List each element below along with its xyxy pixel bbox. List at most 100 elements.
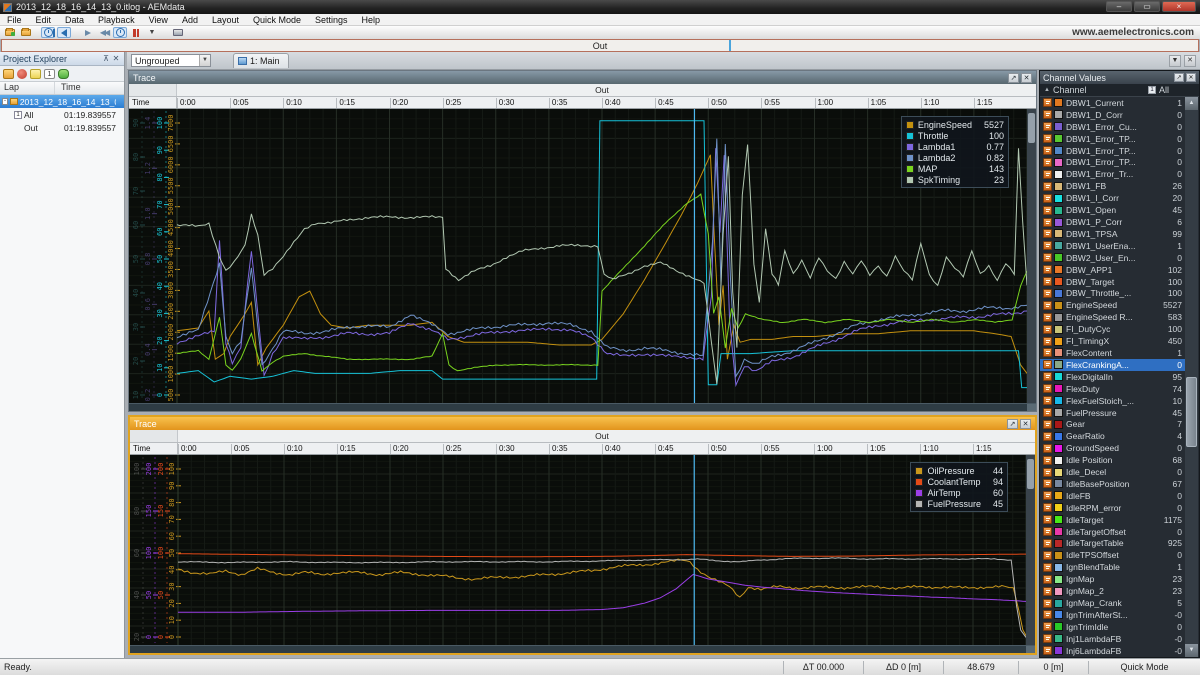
open-project-button[interactable] [19,27,33,38]
trace-top-plot[interactable]: 1020304050607080900.20.40.60.81.01.21.40… [129,109,1036,403]
trace-bottom-hscrollbar[interactable] [130,645,1035,653]
menu-view[interactable]: View [142,15,175,25]
channel-row-dbw1-error-tp-[interactable]: DBW1_Error_TP...0 [1040,145,1186,157]
playback-options-dropdown[interactable]: ▼ [145,27,159,38]
menu-add[interactable]: Add [175,15,205,25]
remove-log-icon[interactable] [17,69,27,79]
channel-row-groundspeed[interactable]: GroundSpeed0 [1040,442,1186,454]
legend-row-airtemp[interactable]: AirTemp60 [915,487,1003,498]
channel-row-dbw1-tpsa[interactable]: DBW1_TPSA99 [1040,228,1186,240]
close-panel-icon[interactable]: ✕ [1186,73,1196,82]
channel-row-dbw1-d-corr[interactable]: DBW1_D_Corr0 [1040,109,1186,121]
channel-row-ignblendtable[interactable]: IgnBlendTable1 [1040,561,1186,573]
channel-row-dbw1-error-cu-[interactable]: DBW1_Error_Cu...0 [1040,121,1186,133]
open-log-button[interactable] [3,27,17,38]
channel-row-dbw1-fb[interactable]: DBW1_FB26 [1040,180,1186,192]
channel-row-idlerpm-error[interactable]: IdleRPM_error0 [1040,502,1186,514]
channel-row-idletargetoffset[interactable]: IdleTargetOffset0 [1040,526,1186,538]
menu-quick-mode[interactable]: Quick Mode [246,15,308,25]
channel-row-inj6lambdafb[interactable]: Inj6LambdaFB-0 [1040,645,1186,657]
overview-cursor[interactable] [729,40,731,51]
channel-row-dbw-throttle-[interactable]: DBW_Throttle_...100 [1040,288,1186,300]
menu-playback[interactable]: Playback [91,15,142,25]
lap-overview-strip[interactable]: Out [1,39,1199,52]
group-selector-combo[interactable]: Ungrouped ▼ [131,54,211,67]
channel-row-idlefb[interactable]: IdleFB0 [1040,490,1186,502]
channel-row-flexdigitalin[interactable]: FlexDigitalIn95 [1040,371,1186,383]
channel-row-ignmap-2[interactable]: IgnMap_223 [1040,585,1186,597]
float-window-icon[interactable]: ↗ [1007,419,1018,429]
skip-to-start-button[interactable] [57,27,71,38]
close-button[interactable]: × [1162,1,1196,12]
legend-row-oilpressure[interactable]: OilPressure44 [915,465,1003,476]
pause-button[interactable] [129,27,143,38]
legend-row-lambda2[interactable]: Lambda20.82 [906,152,1004,163]
lap-column-header[interactable]: Lap [0,82,55,94]
explorer-row-2013-12-18-16-14-13-0-itlog[interactable]: -2013_12_18_16_14_13_0.itlog [0,95,124,108]
menu-settings[interactable]: Settings [308,15,355,25]
explorer-row-all[interactable]: 1All01:19.839557 [0,108,124,121]
tab-scroll-dropdown[interactable]: ▼ [1169,55,1181,67]
channel-row-dbw2-user-en-[interactable]: DBW2_User_En...0 [1040,252,1186,264]
legend-row-enginespeed[interactable]: EngineSpeed5527 [906,119,1004,130]
float-window-icon[interactable]: ↗ [1008,73,1019,83]
segment-icon[interactable] [58,69,69,79]
channel-row-enginespeed-r-[interactable]: EngineSpeed R...583 [1040,311,1186,323]
channel-row-flexcontent[interactable]: FlexContent1 [1040,347,1186,359]
channel-row-flexduty[interactable]: FlexDuty74 [1040,383,1186,395]
legend-row-lambda1[interactable]: Lambda10.77 [906,141,1004,152]
channel-row-inj1lambdafb[interactable]: Inj1LambdaFB-0 [1040,633,1186,645]
scroll-up-icon[interactable]: ▲ [1185,97,1198,110]
legend-row-spktiming[interactable]: SpkTiming23 [906,174,1004,185]
loop-button[interactable] [113,27,127,38]
channel-row-ignmap[interactable]: IgnMap23 [1040,573,1186,585]
channel-row-enginespeed[interactable]: EngineSpeed5527 [1040,299,1186,311]
menu-data[interactable]: Data [58,15,91,25]
tree-expander-icon[interactable]: - [2,98,8,105]
trace-top-title-bar[interactable]: Trace ↗ ✕ [129,71,1036,84]
channel-row-idletarget[interactable]: IdleTarget1175 [1040,514,1186,526]
all-column-header[interactable]: All [1159,85,1169,95]
channel-row-flexfuelstoich-[interactable]: FlexFuelStoich_...10 [1040,395,1186,407]
channel-column-header[interactable]: Channel [1053,85,1087,95]
menu-help[interactable]: Help [355,15,388,25]
lap-number-icon[interactable]: 1 [44,69,55,79]
open-log-icon[interactable] [3,69,14,79]
channel-row-idletargettable[interactable]: IdleTargetTable925 [1040,538,1186,550]
trace-bottom-plot[interactable]: 2040608010005010015020005010015020001020… [130,455,1035,645]
explorer-row-out[interactable]: Out01:19.839557 [0,121,124,134]
channel-row-dbw1-p-corr[interactable]: DBW1_P_Corr6 [1040,216,1186,228]
close-window-icon[interactable]: ✕ [1021,73,1032,83]
channel-row-gearratio[interactable]: GearRatio4 [1040,430,1186,442]
trace-top-hscrollbar[interactable] [129,403,1036,411]
close-panel-icon[interactable]: ✕ [111,54,121,64]
channel-row-dbw1-userena-[interactable]: DBW1_UserEna...1 [1040,240,1186,252]
play-button[interactable] [81,27,95,38]
channel-row-dbw1-i-corr[interactable]: DBW1_I_Corr20 [1040,192,1186,204]
channel-row-idlebaseposition[interactable]: IdleBasePosition67 [1040,478,1186,490]
scroll-down-icon[interactable]: ▼ [1185,644,1198,657]
channel-scrollbar[interactable]: ▲ ▼ [1185,97,1198,657]
minimize-button[interactable]: – [1106,1,1132,12]
menu-layout[interactable]: Layout [205,15,246,25]
channel-row-ignmap-crank[interactable]: IgnMap_Crank5 [1040,597,1186,609]
legend-row-coolanttemp[interactable]: CoolantTemp94 [915,476,1003,487]
channel-row-gear[interactable]: Gear7 [1040,418,1186,430]
channel-row-dbw1-error-tp-[interactable]: DBW1_Error_TP...0 [1040,133,1186,145]
channel-row-igntrimidle[interactable]: IgnTrimIdle0 [1040,621,1186,633]
notes-icon[interactable] [30,69,41,79]
channel-row-fi-dutycyc[interactable]: FI_DutyCyc100 [1040,323,1186,335]
channel-row-dbw1-current[interactable]: DBW1_Current1 [1040,97,1186,109]
channel-row-fuelpressure[interactable]: FuelPressure45 [1040,407,1186,419]
channel-row-dbw1-open[interactable]: DBW1_Open45 [1040,204,1186,216]
channel-row-flexcrankinga-[interactable]: FlexCrankingA...0 [1040,359,1186,371]
legend-row-throttle[interactable]: Throttle100 [906,130,1004,141]
legend-row-fuelpressure[interactable]: FuelPressure45 [915,498,1003,509]
sort-ascending-icon[interactable]: ▲ [1044,87,1050,93]
channel-row-idle-decel[interactable]: Idle_Decel0 [1040,466,1186,478]
pin-icon[interactable]: ⊼ [101,54,111,64]
trace-bottom-time-axis[interactable]: Time 0:000:050:100:150:200:250:300:350:4… [130,443,1035,455]
trace-top-segment-band[interactable]: Out [129,84,1036,97]
legend-row-map[interactable]: MAP143 [906,163,1004,174]
time-column-header[interactable]: Time [55,82,81,94]
